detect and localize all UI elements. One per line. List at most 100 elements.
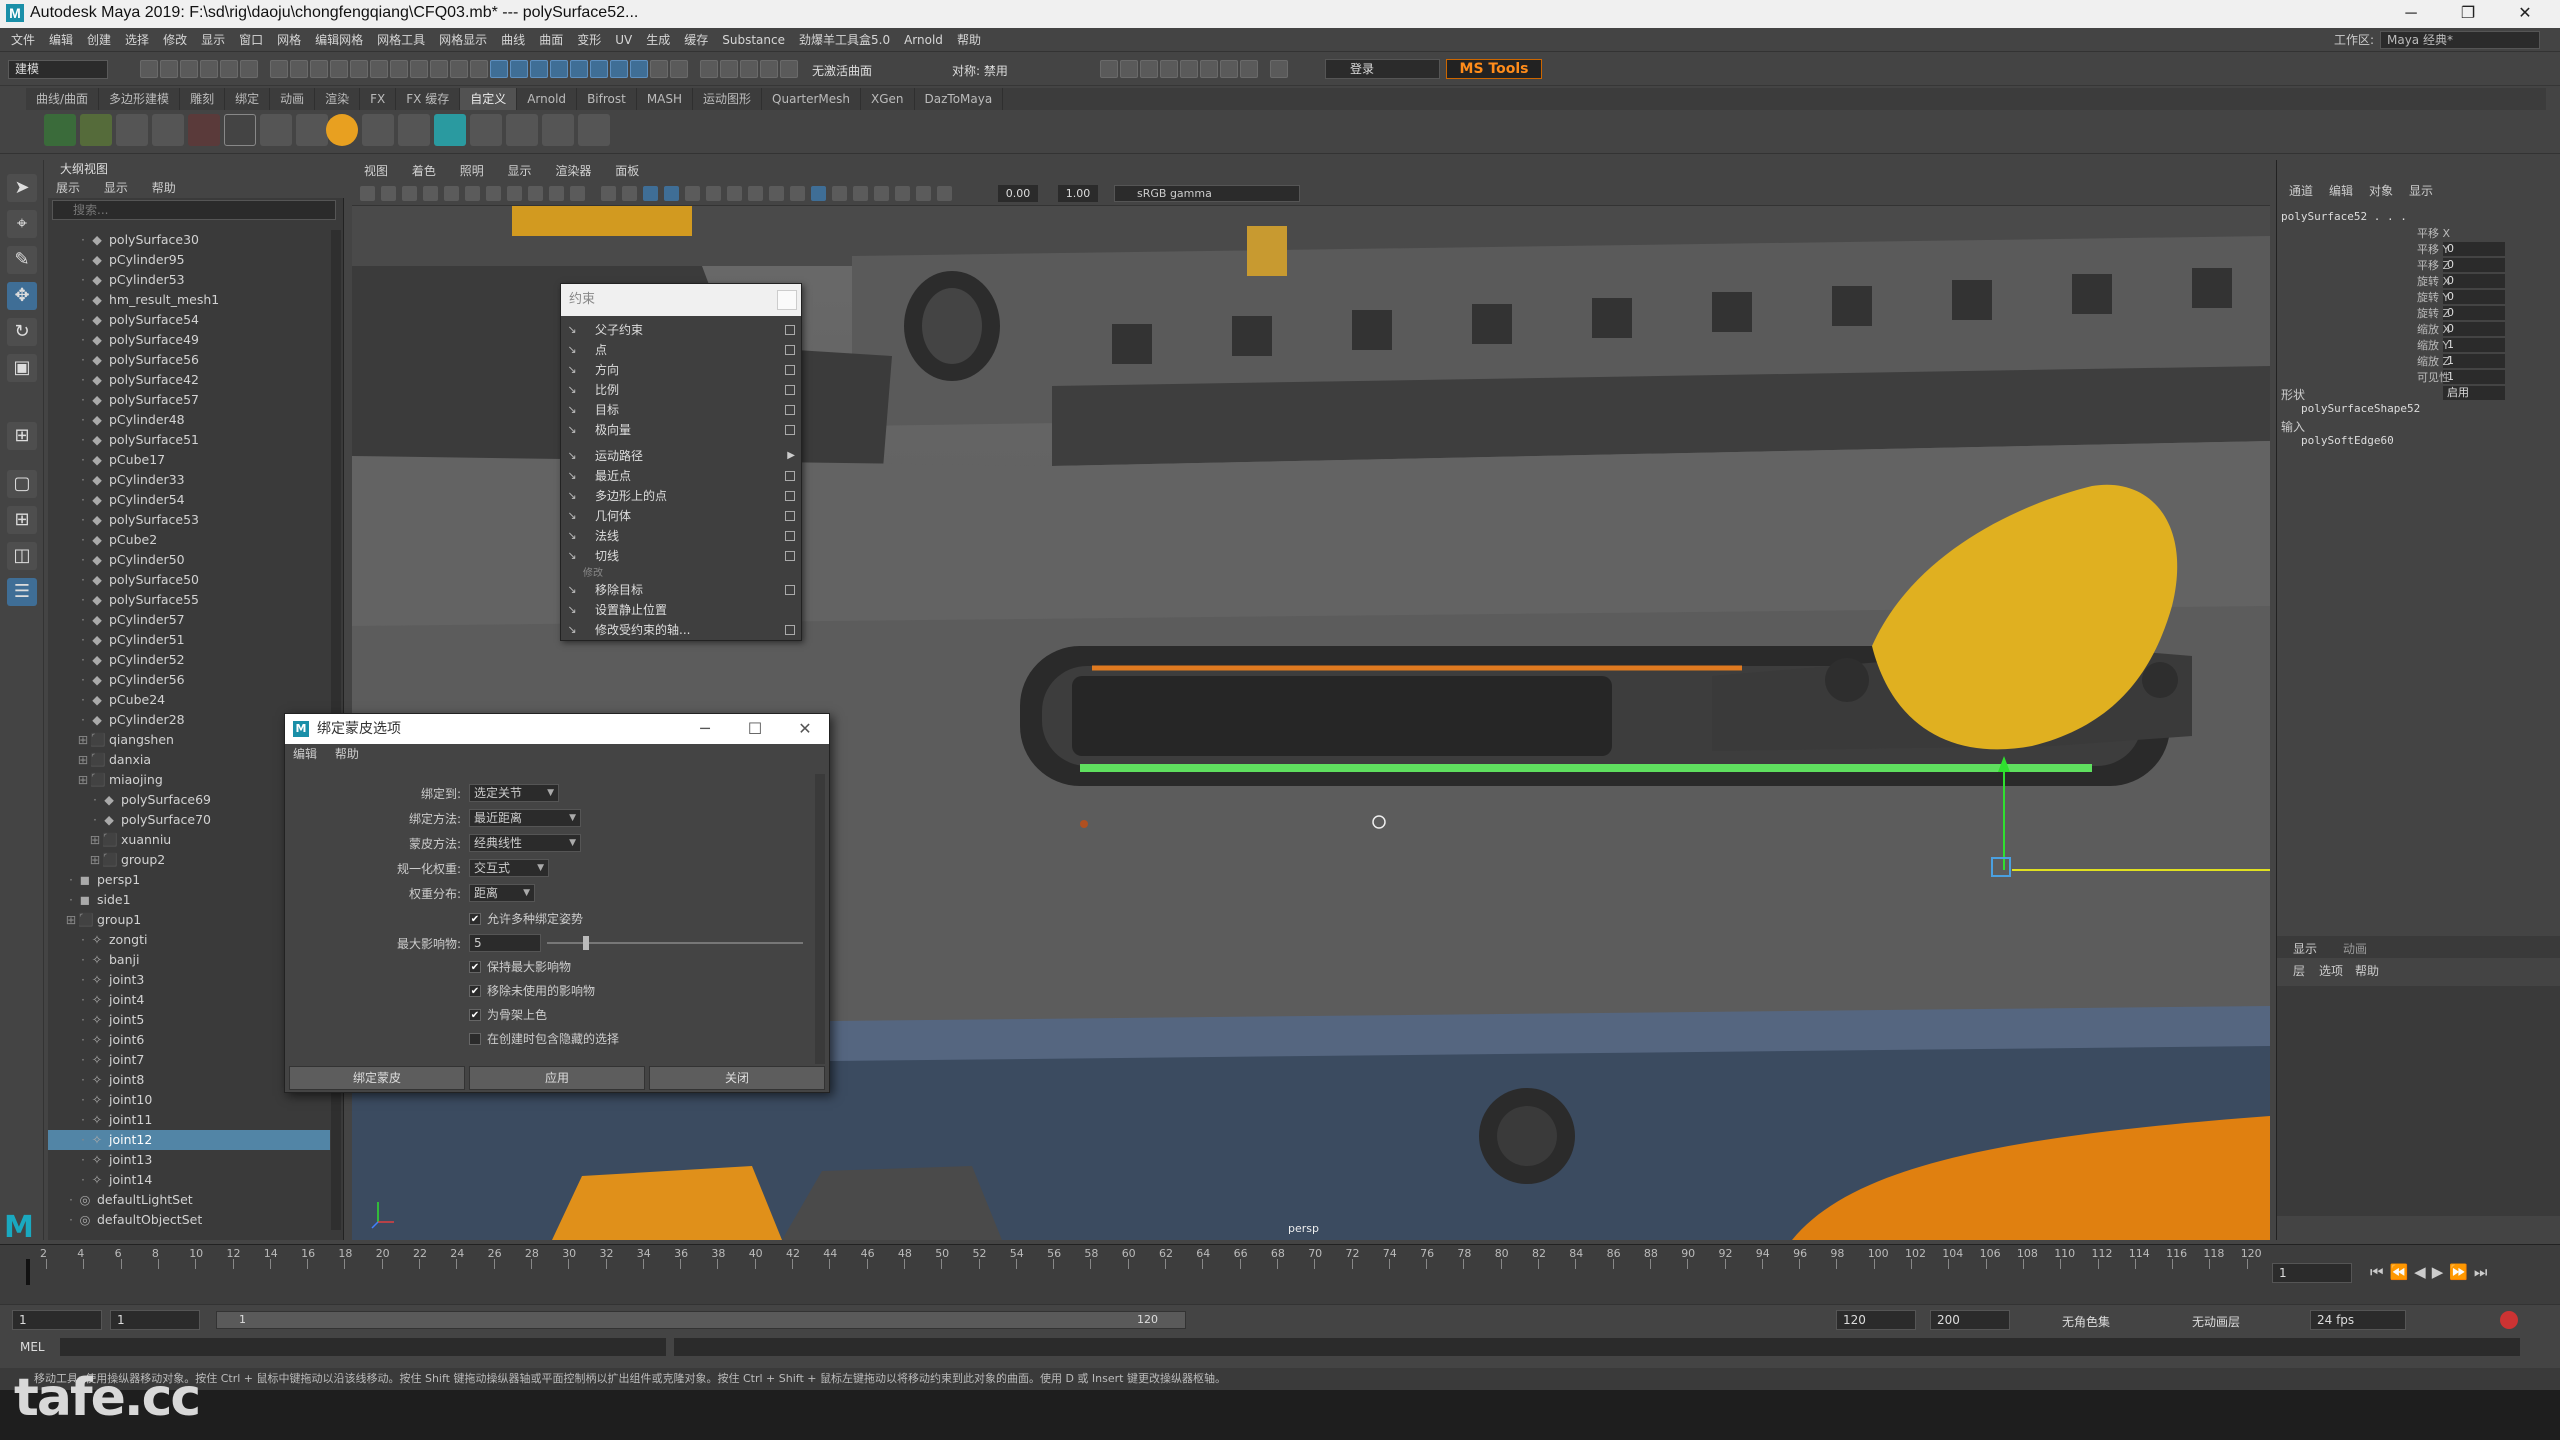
viewport-tool-icon[interactable] [769,186,784,201]
time-slider[interactable]: 2 4 6 8 10 12 14 16 18 20 22 24 26 28 30 32 34 36 38 40 42 44… [0,1244,2560,1304]
expand-toggle-icon[interactable]: · [76,930,90,950]
dialog-minimize-button[interactable]: ─ [685,714,725,744]
menu-item[interactable]: 网格 [270,28,308,52]
playback-end-field[interactable]: 120 [1836,1310,1916,1330]
status-tool-icon[interactable] [330,60,348,78]
expand-toggle-icon[interactable]: · [76,1170,90,1190]
shelf-tab[interactable]: QuarterMesh [762,88,861,110]
menu-item[interactable]: 修改 [156,28,194,52]
viewport-tool-icon[interactable] [727,186,742,201]
outliner-item[interactable]: · ◆ pCube2 [48,530,330,550]
menu-item[interactable]: 曲线 [494,28,532,52]
status-tool-icon[interactable] [390,60,408,78]
viewport-tool-icon[interactable] [748,186,763,201]
workspace-select[interactable]: Maya 经典* [2380,31,2540,49]
exposure-field[interactable]: 0.00 [998,185,1038,202]
status-tool-icon[interactable] [700,60,718,78]
lasso-tool-icon[interactable]: ⌖ [7,210,37,238]
constraint-menu-item[interactable]: ↘ 法线 [561,526,801,546]
status-tool-icon[interactable] [140,60,158,78]
option-checkbox[interactable]: ✔ 为骨架上色 [469,1006,547,1024]
constraint-menu-item[interactable]: ↘ 切线 [561,546,801,566]
close-button[interactable]: ✕ [2500,0,2550,28]
status-tool-icon[interactable] [220,60,238,78]
status-tool-icon[interactable] [1160,60,1178,78]
viewport-tool-icon[interactable] [664,186,679,201]
expand-toggle-icon[interactable]: · [76,250,90,270]
status-tool-icon[interactable] [1220,60,1238,78]
status-tool-icon[interactable] [350,60,368,78]
color-space-select[interactable]: sRGB gamma [1114,185,1300,202]
expand-toggle-icon[interactable]: · [76,690,90,710]
outliner-item[interactable]: · ◆ pCube17 [48,450,330,470]
expand-toggle-icon[interactable]: · [76,330,90,350]
menu-item[interactable]: 创建 [80,28,118,52]
expand-toggle-icon[interactable]: · [76,350,90,370]
outliner-item[interactable]: · ◎ defaultLightSet [48,1190,330,1210]
viewport-tool-icon[interactable] [465,186,480,201]
shelf-tab[interactable]: XGen [861,88,915,110]
outliner-item[interactable]: · ◆ pCylinder56 [48,670,330,690]
expand-toggle-icon[interactable]: · [76,490,90,510]
constraint-menu-item[interactable]: ↘ 点 [561,340,801,360]
expand-toggle-icon[interactable]: · [64,1210,78,1230]
status-tool-icon[interactable] [290,60,308,78]
status-tool-icon[interactable] [310,60,328,78]
field-select[interactable]: 最近距离 ▼ [469,809,581,827]
expand-toggle-icon[interactable]: · [76,390,90,410]
shelf-tool-icon[interactable] [260,114,292,146]
outliner-item[interactable]: · ◆ polySurface42 [48,370,330,390]
expand-toggle-icon[interactable]: · [76,1050,90,1070]
channel-row[interactable]: 旋转 X0 [2417,274,2557,304]
viewport-tool-icon[interactable] [790,186,805,201]
option-box-icon[interactable] [785,551,795,561]
shelf-tool-icon[interactable] [470,114,502,146]
viewport-tool-icon[interactable] [832,186,847,201]
viewport-menu-item[interactable]: 照明 [460,164,484,178]
constraint-menu-item[interactable]: ↘ 多边形上的点 [561,486,801,506]
outliner-item[interactable]: · ◆ pCylinder51 [48,630,330,650]
mode-select[interactable]: 建模 [8,60,108,79]
status-tool-icon[interactable] [550,60,568,78]
menu-item[interactable]: 文件 [4,28,42,52]
channel-row[interactable]: 缩放 X1 [2417,322,2557,352]
constraint-menu-item[interactable]: ↘ 极向量 [561,420,801,440]
outliner-item[interactable]: · ◆ polySurface51 [48,430,330,450]
viewport-tool-icon[interactable] [685,186,700,201]
checkbox-icon[interactable]: ✔ [469,1009,481,1021]
expand-toggle-icon[interactable]: · [76,270,90,290]
viewport-tool-icon[interactable] [706,186,721,201]
channel-row[interactable]: 平移 Z0 [2417,258,2557,288]
shelf-tab[interactable]: 雕刻 [180,88,226,110]
viewport-menu-item[interactable]: 视图 [364,164,388,178]
viewport-tool-icon[interactable] [444,186,459,201]
outliner-item[interactable]: · ◆ pCylinder57 [48,610,330,630]
shelf-tab[interactable]: Bifrost [577,88,637,110]
status-tool-icon[interactable] [720,60,738,78]
menu-item[interactable]: 劲爆羊工具盒5.0 [792,28,897,52]
shelf-tool-icon[interactable] [188,114,220,146]
status-tool-icon[interactable] [1120,60,1138,78]
outliner-item[interactable]: · ◆ polySurface56 [48,350,330,370]
outliner-item[interactable]: · ◆ pCylinder48 [48,410,330,430]
viewport-menu-item[interactable]: 显示 [508,164,532,178]
outliner-item[interactable]: · ◆ polySurface49 [48,330,330,350]
outliner-item[interactable]: · ✧ joint12 [48,1130,330,1150]
current-frame-field[interactable]: 1 [2272,1263,2352,1283]
gamma-field[interactable]: 1.00 [1058,185,1098,202]
shelf-tab[interactable]: 多边形建模 [99,88,181,110]
slider-handle[interactable] [583,936,589,950]
menu-item[interactable]: Substance [715,28,792,52]
option-box-icon[interactable] [785,325,795,335]
constraint-menu-item[interactable]: ↘ 设置静止位置 [561,600,801,620]
viewport-tool-icon[interactable] [937,186,952,201]
max-influence-field[interactable]: 5 [469,934,541,952]
end-time-field[interactable]: 200 [1930,1310,2010,1330]
option-checkbox[interactable]: 在创建时包含隐藏的选择 [469,1030,619,1048]
viewport-tool-icon[interactable] [895,186,910,201]
outliner-menu-item[interactable]: 显示 [104,181,128,195]
status-tool-icon[interactable] [180,60,198,78]
layout-two-icon[interactable]: ◫ [7,542,37,570]
last-tool-icon[interactable]: ⊞ [7,422,37,450]
viewport-tool-icon[interactable] [486,186,501,201]
